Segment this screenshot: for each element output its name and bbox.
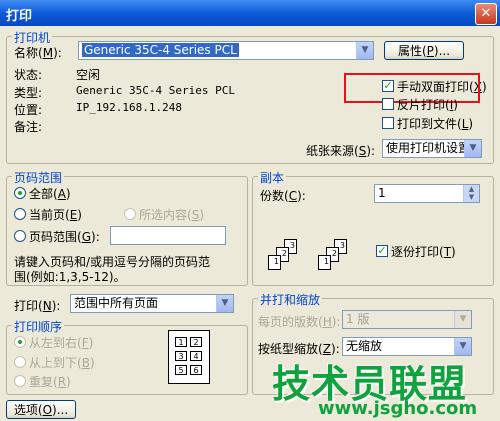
paper-source-select[interactable]: 使用打印机设置 ▼	[382, 139, 482, 158]
spin-up-icon: ▲	[468, 185, 475, 193]
printer-name-select[interactable]: Generic 35C-4 Series PCL ▼	[78, 41, 374, 60]
print-what-select[interactable]: 范围中所有页面 ▼	[70, 294, 234, 313]
type-label: 类型:	[14, 86, 43, 100]
collate-checkbox[interactable]: ✓	[376, 245, 388, 257]
page-range-input[interactable]	[110, 226, 226, 245]
range-pages-label: 页码范围(G):	[29, 230, 100, 244]
copies-count-value: 1	[378, 186, 386, 200]
order-repeat-radio[interactable]	[14, 375, 26, 387]
title-bar: 打印 ✕	[0, 0, 500, 26]
chevron-down-icon: ▼	[464, 140, 481, 157]
properties-button[interactable]: 属性(P)...	[384, 41, 464, 60]
order-left-right-label: 从左到右(F)	[29, 336, 94, 350]
order-cell: 6	[190, 365, 202, 375]
copies-count-label: 份数(C):	[260, 189, 306, 203]
reverse-print-label: 反片打印(I)	[397, 98, 458, 112]
print-order-group-label: 打印顺序	[12, 318, 65, 335]
order-top-bottom-label: 从上到下(B)	[29, 356, 95, 370]
order-preview-icon: 1 2 3 4 5 6	[168, 330, 210, 384]
watermark-url: www.jsgho.com	[318, 398, 478, 419]
comment-label: 备注:	[14, 120, 43, 134]
options-button[interactable]: 选项(O)...	[6, 400, 76, 419]
print-to-file-label: 打印到文件(L)	[397, 117, 474, 131]
close-button[interactable]: ✕	[475, 3, 497, 25]
copies-group-label: 副本	[258, 169, 287, 186]
chevron-down-icon: ▼	[356, 42, 373, 59]
order-cell: 4	[190, 351, 202, 361]
collate-preview-icon: 3 2 1 3 2 1	[262, 236, 372, 278]
reverse-print-checkbox[interactable]	[382, 98, 394, 110]
range-current-radio[interactable]	[14, 208, 26, 220]
range-selection-radio[interactable]	[124, 208, 136, 220]
order-left-right-radio[interactable]	[14, 336, 26, 348]
page-range-group-label: 页码范围	[12, 169, 65, 186]
order-cell: 2	[190, 337, 202, 347]
range-current-label: 当前页(E)	[29, 208, 82, 222]
printer-name-value: Generic 35C-4 Series PCL	[82, 43, 239, 57]
order-repeat-label: 重复(R)	[29, 375, 71, 389]
chevron-down-icon: ▼	[454, 311, 471, 328]
close-icon: ✕	[480, 6, 492, 21]
status-label: 状态:	[14, 68, 43, 82]
paper-source-value: 使用打印机设置	[386, 141, 471, 155]
print-to-file-checkbox[interactable]	[382, 117, 394, 129]
collate-page: 1	[268, 255, 281, 270]
status-value: 空闲	[76, 68, 101, 82]
order-cell: 3	[175, 351, 187, 361]
page-range-hint-line2: 围(例如:1,3,5-12)。	[14, 270, 126, 284]
copies-spinner[interactable]: ▲ ▼	[463, 185, 479, 202]
pages-per-sheet-label: 每页的版数(H):	[258, 315, 341, 329]
chevron-down-icon: ▼	[216, 295, 233, 312]
window-title: 打印	[6, 9, 33, 24]
order-top-bottom-radio[interactable]	[14, 356, 26, 368]
range-all-radio[interactable]	[14, 187, 26, 199]
type-value: Generic 35C-4 Series PCL	[76, 84, 235, 97]
zoom-group-label: 并打和缩放	[258, 291, 323, 308]
range-pages-radio[interactable]	[14, 230, 26, 242]
range-all-label: 全部(A)	[29, 187, 71, 201]
pages-per-sheet-value: 1 版	[346, 312, 370, 326]
copies-count-input[interactable]: 1 ▲ ▼	[374, 184, 480, 203]
location-value: IP_192.168.1.248	[76, 101, 182, 114]
spin-down-icon: ▼	[468, 193, 475, 201]
collate-page: 1	[318, 255, 331, 270]
pages-per-sheet-select[interactable]: 1 版 ▼	[342, 310, 472, 329]
location-label: 位置:	[14, 103, 43, 117]
collate-label: 逐份打印(T)	[391, 245, 456, 259]
order-cell: 5	[175, 365, 187, 375]
print-what-label: 打印(N):	[14, 299, 61, 313]
print-what-value: 范围中所有页面	[74, 296, 159, 310]
order-cell: 1	[175, 337, 187, 347]
range-selection-label: 所选内容(S)	[139, 208, 205, 222]
paper-source-label: 纸张来源(S):	[306, 144, 376, 158]
scale-value: 无缩放	[346, 339, 383, 353]
printer-name-label: 名称(M):	[14, 46, 62, 60]
